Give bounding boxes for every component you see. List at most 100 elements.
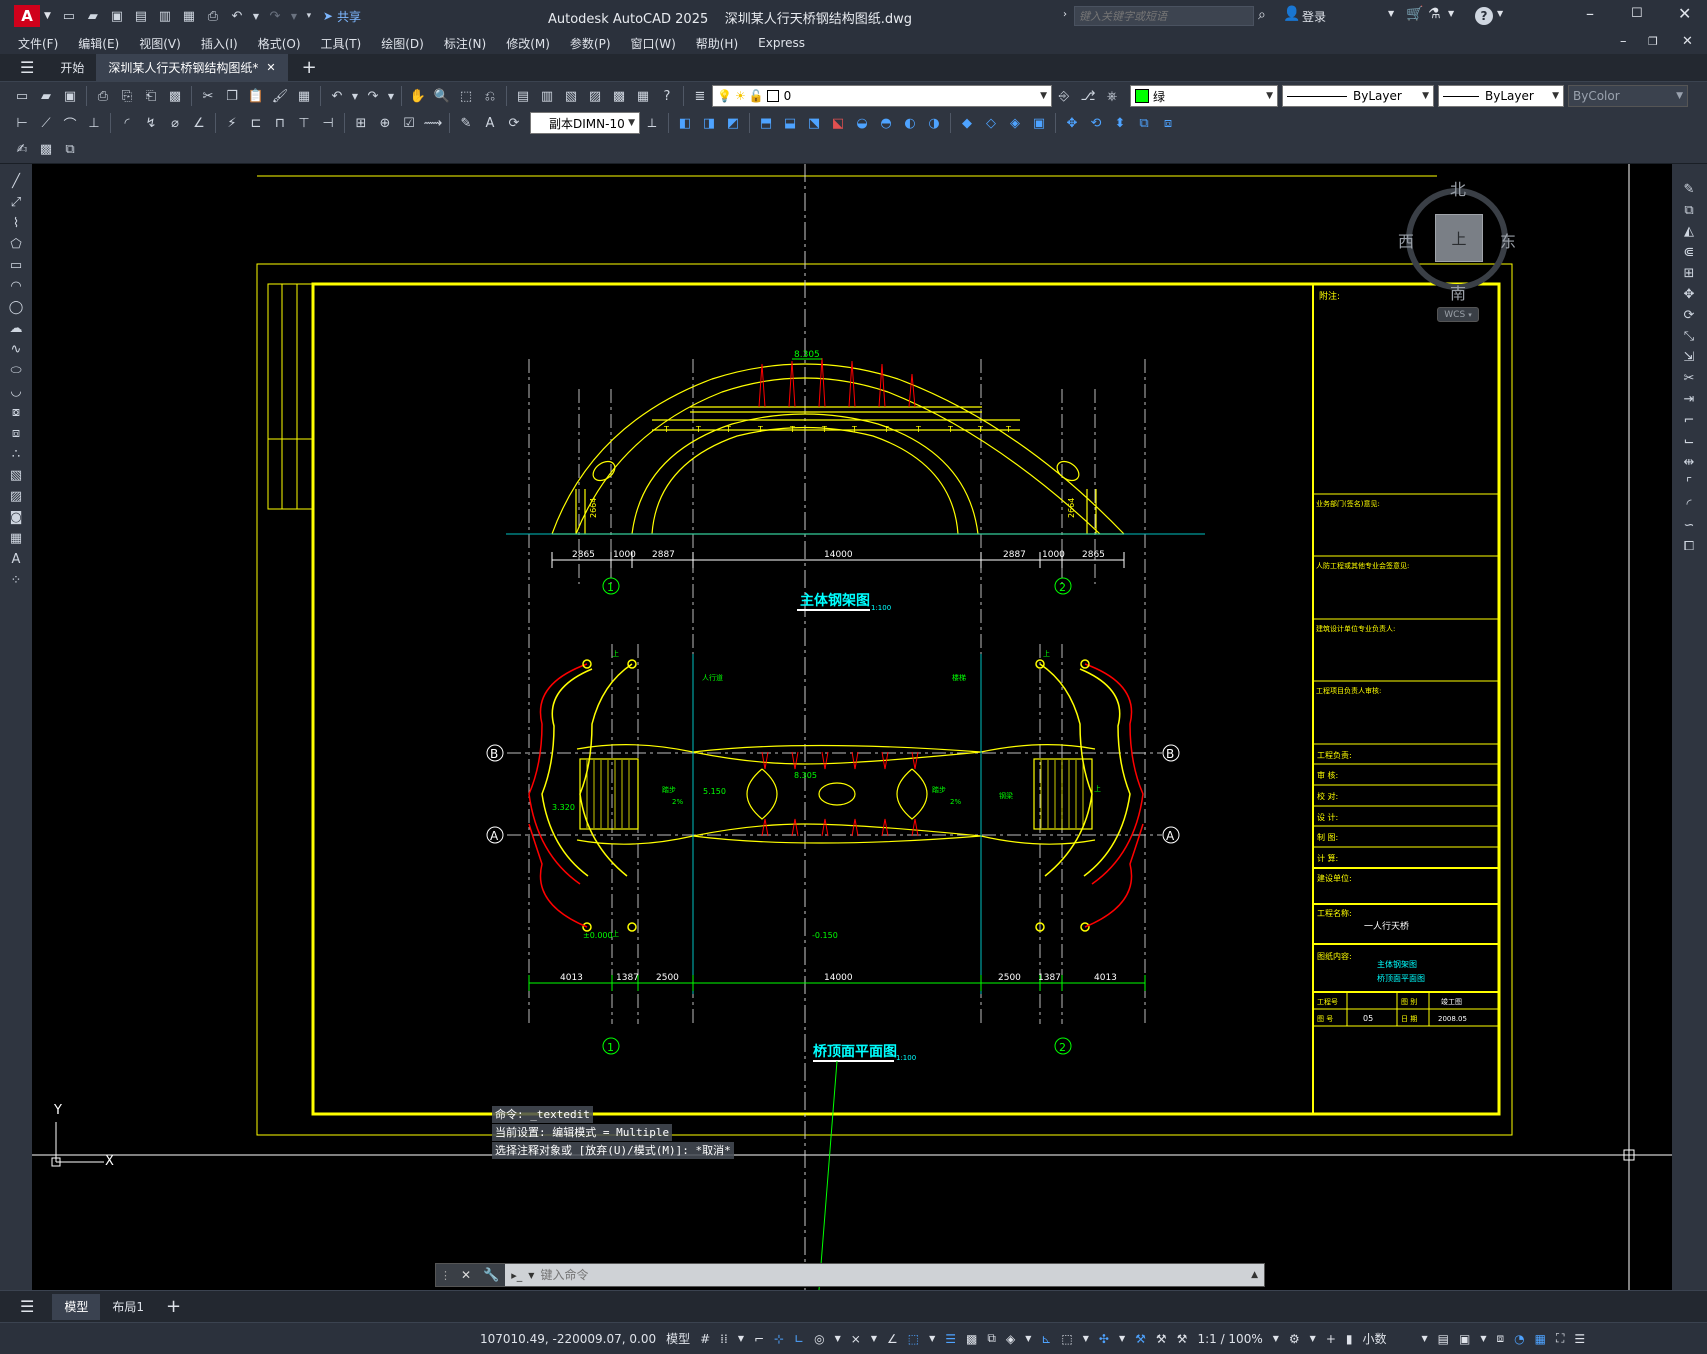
clean-screen-icon[interactable]: ⛶ <box>1556 1331 1564 1346</box>
view-back-icon[interactable]: ◨ <box>699 113 719 133</box>
redo-toolbar-dropdown-icon[interactable]: ▼ <box>387 86 395 106</box>
region-icon[interactable]: ◙ <box>4 507 28 527</box>
layer-dropdown[interactable]: 💡 ☀ 🔓 0 ▼ <box>712 85 1052 107</box>
polyline-icon[interactable]: ⌇ <box>4 213 28 233</box>
tab-drawing[interactable]: 深圳某人行天桥钢结构图纸* ✕ <box>96 54 288 81</box>
table-icon[interactable]: ▦ <box>4 528 28 548</box>
command-input[interactable] <box>540 1268 1252 1282</box>
menu-modify[interactable]: 修改(M) <box>506 35 550 52</box>
gizmo-dropdown-icon[interactable]: ▼ <box>1119 1334 1125 1343</box>
angular-dim-icon[interactable]: ∠ <box>189 113 209 133</box>
dim-space-icon[interactable]: ⊤ <box>294 113 314 133</box>
dynamic-input-icon[interactable]: ⊹ <box>774 1332 784 1346</box>
drawing-canvas[interactable]: 附注: 业务部门(签名)意见: 人防工程或其他专业会签意见: 建筑设计单位专业负… <box>32 164 1672 1290</box>
snap-dropdown-icon[interactable]: ▼ <box>738 1334 744 1343</box>
design-center-icon[interactable]: ▥ <box>537 86 557 106</box>
app-menu-arrow-icon[interactable]: ▼ <box>44 11 51 21</box>
print-icon[interactable]: ⎙ <box>203 6 223 26</box>
menu-express[interactable]: Express <box>758 36 805 50</box>
lineweight-icon[interactable]: ☰ <box>945 1332 956 1346</box>
explode-icon[interactable]: ⧠ <box>1677 536 1701 556</box>
blend-curves-icon[interactable]: ∽ <box>1677 515 1701 535</box>
viewcube-east[interactable]: 东 <box>1500 228 1516 252</box>
viewcube-north[interactable]: 北 <box>1450 176 1466 200</box>
customization-icon[interactable]: ☰ <box>1574 1332 1585 1346</box>
section-plane-icon[interactable]: ▣ <box>1029 113 1049 133</box>
break-icon[interactable]: ⌙ <box>1677 431 1701 451</box>
make-block-icon[interactable]: ⧈ <box>4 423 28 443</box>
isodraft-icon[interactable]: ⨯ <box>851 1332 861 1346</box>
markup-icon[interactable]: ▩ <box>609 86 629 106</box>
menu-draw[interactable]: 绘图(D) <box>381 35 424 52</box>
autodesk-app-icon[interactable]: ⚗ <box>1428 6 1441 22</box>
cut-icon[interactable]: ✂ <box>198 86 218 106</box>
tab-start[interactable]: 开始 <box>48 54 96 81</box>
polar-tracking-icon[interactable]: ◎ <box>814 1332 824 1346</box>
menu-tools[interactable]: 工具(T) <box>321 35 362 52</box>
sheet-set-icon[interactable]: ▨ <box>585 86 605 106</box>
spline-icon[interactable]: ∿ <box>4 339 28 359</box>
save-web-icon[interactable]: ▦ <box>179 6 199 26</box>
command-grip-icon[interactable]: ⋮ <box>440 1269 451 1282</box>
object-snap-tracking-icon[interactable]: ∠ <box>887 1332 898 1346</box>
view-front-icon[interactable]: ◧ <box>675 113 695 133</box>
doc-minimize-icon[interactable]: – <box>1620 34 1627 49</box>
close-tab-icon[interactable]: ✕ <box>266 61 275 74</box>
search-icon[interactable]: ⌕ <box>1258 7 1266 23</box>
inspection-icon[interactable]: ☑ <box>399 113 419 133</box>
rotate-3d-icon[interactable]: ⟲ <box>1086 113 1106 133</box>
add-layout-button[interactable]: + <box>166 1296 181 1317</box>
interfere-icon[interactable]: ◈ <box>1005 113 1025 133</box>
subtract-icon[interactable]: ◐ <box>900 113 920 133</box>
open-file-icon[interactable]: ▰ <box>83 6 103 26</box>
autodesk-app-dropdown-icon[interactable]: ▼ <box>1448 9 1454 18</box>
menu-view[interactable]: 视图(V) <box>139 35 181 52</box>
qnew-icon[interactable]: ▭ <box>12 86 32 106</box>
close-window-icon[interactable]: ✕ <box>1678 4 1691 23</box>
edit-block-icon[interactable]: ✍ <box>12 140 32 160</box>
color-dropdown[interactable]: 绿 ▼ <box>1130 85 1278 107</box>
save-icon[interactable]: ▣ <box>107 6 127 26</box>
cart-icon[interactable]: 🛒 <box>1406 6 1423 22</box>
open-icon[interactable]: ▰ <box>36 86 56 106</box>
dim-update-icon[interactable]: ⟳ <box>504 113 524 133</box>
selection-filter-icon[interactable]: ⬚ <box>1061 1332 1072 1346</box>
copy-icon[interactable]: ❐ <box>222 86 242 106</box>
graphics-performance-icon[interactable]: ▦ <box>1535 1332 1546 1346</box>
workspace-dropdown-icon[interactable]: ▼ <box>1310 1334 1316 1343</box>
save-as-icon[interactable]: ▤ <box>131 6 151 26</box>
zoom-window-icon[interactable]: ⬚ <box>456 86 476 106</box>
lock-ui-icon[interactable]: ▣ <box>1459 1332 1470 1346</box>
center-mark-icon[interactable]: ⊕ <box>375 113 395 133</box>
make-current-layer-icon[interactable]: ⎆ <box>1054 86 1074 106</box>
dimstyle-dropdown[interactable]: 副本DIMN-10 ▼ <box>530 112 640 134</box>
command-close-icon[interactable]: ✕ <box>461 1268 471 1282</box>
hatch-icon[interactable]: ▧ <box>4 465 28 485</box>
linetype-dropdown[interactable]: ByLayer ▼ <box>1282 85 1434 107</box>
grid-icon[interactable]: # <box>700 1332 710 1346</box>
block-editor-icon[interactable]: ▦ <box>294 86 314 106</box>
ordinate-dim-icon[interactable]: ⊥ <box>84 113 104 133</box>
tolerance-icon[interactable]: ⊞ <box>351 113 371 133</box>
command-prompt-icon[interactable]: ▸_ <box>511 1269 522 1282</box>
object-snap-icon[interactable]: ⬚ <box>908 1332 919 1346</box>
match-properties-icon[interactable]: 🖌 <box>270 86 290 106</box>
revolve-icon[interactable]: ◒ <box>852 113 872 133</box>
viewcube-top-face[interactable]: 上 <box>1435 214 1483 262</box>
layout-menu-icon[interactable]: ☰ <box>20 1297 34 1316</box>
units-dropdown-icon[interactable]: ▼ <box>1422 1334 1428 1343</box>
command-customize-icon[interactable]: 🔧 <box>483 1268 499 1283</box>
user-icon[interactable]: 👤 <box>1283 6 1300 22</box>
move-icon[interactable]: ✥ <box>1677 284 1701 304</box>
arc-icon[interactable]: ◠ <box>4 276 28 296</box>
polygon-icon[interactable]: ⬠ <box>4 234 28 254</box>
add-selected-icon[interactable]: ⁘ <box>4 570 28 590</box>
workspace-switch-icon[interactable]: ⚙ <box>1289 1332 1300 1346</box>
snap-icon[interactable]: ⁞⁞ <box>720 1332 728 1346</box>
undo-toolbar-dropdown-icon[interactable]: ▼ <box>351 86 359 106</box>
array-3d-icon[interactable]: ⧈ <box>1158 113 1178 133</box>
dim-edit-icon[interactable]: ✎ <box>456 113 476 133</box>
search-expand-icon[interactable]: › <box>1063 9 1067 20</box>
new-tab-button[interactable]: + <box>302 57 317 78</box>
object-snap-dropdown-icon[interactable]: ▼ <box>929 1334 935 1343</box>
